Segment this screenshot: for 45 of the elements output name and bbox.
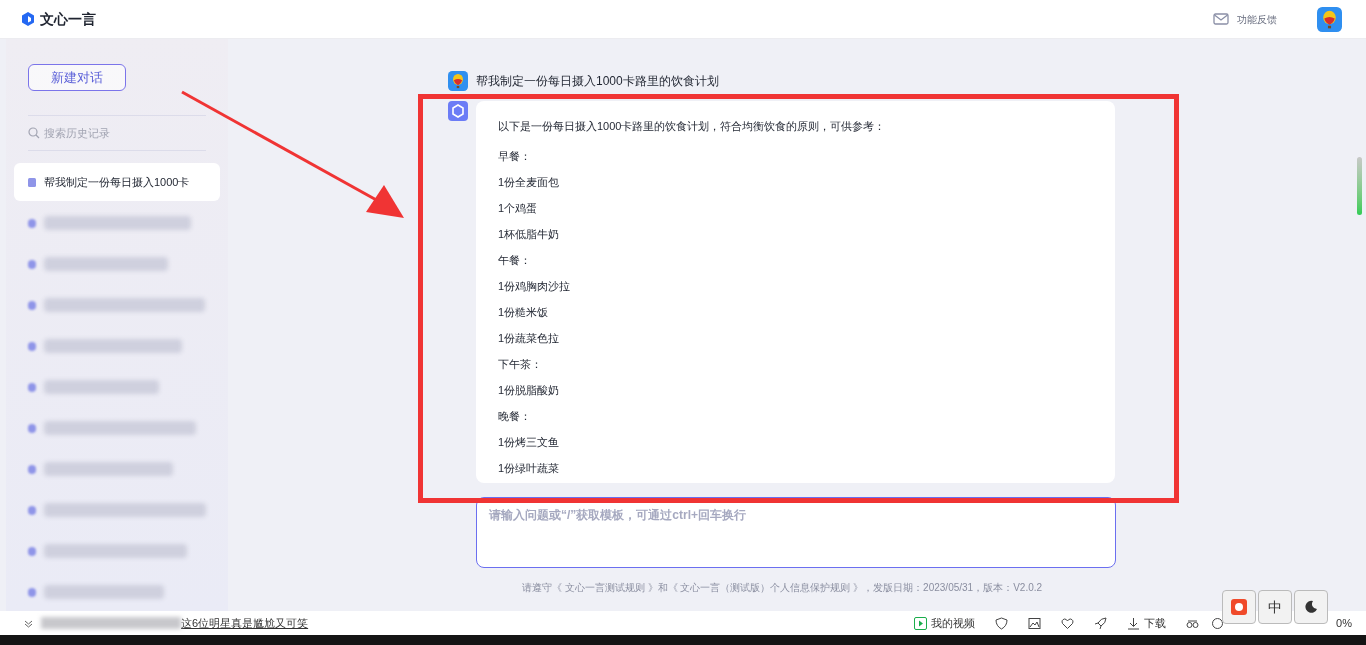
- my-videos-link[interactable]: 我的视频: [931, 614, 976, 632]
- bot-avatar-icon: [448, 101, 468, 121]
- answer-line: 1份鸡胸肉沙拉: [498, 279, 572, 294]
- answer-line: 下午茶：: [498, 357, 543, 372]
- ime-logo-key[interactable]: [1222, 590, 1256, 624]
- download-link[interactable]: 下载: [1144, 614, 1167, 632]
- feedback-link[interactable]: 功能反馈: [1237, 11, 1277, 27]
- balloon-avatar-icon: [1317, 6, 1342, 32]
- answer-line: 1份蔬菜色拉: [498, 331, 561, 346]
- history-item[interactable]: 帮我制定一份每日摄入1000卡: [14, 163, 220, 201]
- search-icon: [28, 126, 40, 139]
- image-icon[interactable]: [1028, 616, 1042, 630]
- scrollbar: [1357, 157, 1362, 215]
- balloon-avatar-icon: [448, 71, 468, 91]
- heart-icon[interactable]: [1061, 616, 1075, 630]
- answer-line: 1杯低脂牛奶: [498, 227, 561, 242]
- answer-line: 1份烤三文鱼: [498, 435, 561, 450]
- answer-line: 晚餐：: [498, 409, 532, 424]
- answer-line: 1份全麦面包: [498, 175, 561, 190]
- mail-icon[interactable]: [1213, 13, 1229, 25]
- answer-line: 1个鸡蛋: [498, 201, 539, 216]
- answer-line: 早餐：: [498, 149, 532, 164]
- new-chat-button[interactable]: 新建对话: [28, 64, 126, 91]
- answer-line: 1份绿叶蔬菜: [498, 461, 561, 476]
- answer-line: 1份糙米饭: [498, 305, 550, 320]
- ime-logo-icon: [1231, 599, 1247, 615]
- news-link[interactable]: 这6位明星真是尴尬又可笑: [181, 614, 309, 632]
- logo-icon: [20, 11, 36, 27]
- download-icon[interactable]: [1127, 616, 1141, 630]
- rocket-icon[interactable]: [1094, 616, 1108, 630]
- play-icon[interactable]: [914, 616, 928, 630]
- footer-notice: 请遵守《 文心一言测试规则 》和《 文心一言（测试版）个人信息保护规则 》，发版日期：2023/05/31，版本：V2.0.2: [522, 581, 1043, 595]
- answer-line: 午餐：: [498, 253, 532, 268]
- shield-icon[interactable]: [995, 616, 1009, 630]
- answer-line: 以下是一份每日摄入1000卡路里的饮食计划，符合均衡饮食的原则，可供参考：: [498, 119, 887, 134]
- zoom-level[interactable]: 0%: [1336, 614, 1352, 632]
- answer-line: 1份脱脂酸奶: [498, 383, 561, 398]
- user-question: 帮我制定一份每日摄入1000卡路里的饮食计划: [476, 73, 719, 90]
- brand-name: 文心一言: [40, 9, 96, 29]
- chevron-icon[interactable]: [24, 618, 33, 628]
- moon-icon: [1304, 600, 1318, 614]
- night-mode-key[interactable]: [1294, 590, 1328, 624]
- browser-icon[interactable]: [1211, 616, 1225, 630]
- ime-mode-key[interactable]: 中: [1258, 590, 1292, 624]
- chat-icon: [28, 177, 36, 187]
